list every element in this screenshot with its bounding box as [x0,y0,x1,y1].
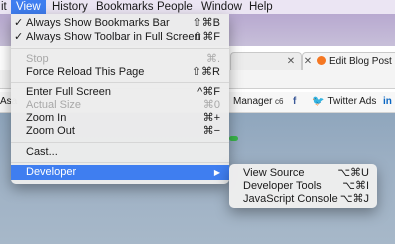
menu-view[interactable]: View [11,0,46,14]
menu-item-always-show-bookmarks-bar[interactable]: ✓ Always Show Bookmarks Bar ⇧⌘B [11,16,229,31]
tab-close-icon[interactable]: ✕ [303,53,313,71]
menu-item-zoom-out[interactable]: Zoom Out ⌘− [11,124,229,139]
menu-window[interactable]: Window [196,0,247,14]
menu-item-cast[interactable]: Cast... [11,145,229,160]
menu-bar: it View History Bookmarks People Window … [0,0,395,14]
menu-separator [11,82,229,83]
menu-item-label: Always Show Bookmarks Bar [26,17,170,29]
browser-tab-edit-blog-post[interactable]: ✕ Edit Blog Post | Ren [302,52,395,71]
menu-item-label: JavaScript Console [243,193,338,205]
developer-submenu: View Source ⌥⌘U Developer Tools ⌥⌘I Java… [229,164,377,208]
bookmark-c6[interactable]: c6 [275,97,283,106]
menu-item-label: Developer Tools [243,180,322,192]
menu-help[interactable]: Help [244,0,278,14]
menu-item-shortcut: ⌥⌘U [337,167,369,179]
status-dot [229,136,238,141]
menu-item-shortcut: ⇧⌘F [193,31,220,43]
menu-separator [11,142,229,143]
menu-edit[interactable]: it [0,0,12,14]
menu-item-always-show-toolbar[interactable]: ✓ Always Show Toolbar in Full Screen ⇧⌘F [11,30,229,45]
submenu-arrow-icon: ▶ [213,168,220,177]
menu-item-developer[interactable]: Developer ▶ [11,165,229,180]
menu-item-label: Force Reload This Page [26,66,145,78]
bookmark-twitter-ads[interactable]: 🐦 Twitter Ads [312,96,376,107]
menu-item-shortcut: ⌥⌘J [339,193,369,205]
menu-item-label: Cast... [26,146,58,158]
menu-item-label: Always Show Toolbar in Full Screen [26,31,201,43]
linkedin-icon[interactable]: in [383,96,392,107]
menu-item-label: Developer [26,166,77,178]
view-menu: ✓ Always Show Bookmarks Bar ⇧⌘B ✓ Always… [11,14,229,184]
menu-history[interactable]: History [47,0,93,14]
menu-item-force-reload[interactable]: Force Reload This Page ⇧⌘R [11,65,229,80]
menu-separator [11,48,229,49]
facebook-icon[interactable]: f [293,96,296,107]
menu-item-label: Zoom Out [26,125,75,137]
menu-separator [11,162,229,163]
menu-item-javascript-console[interactable]: JavaScript Console ⌥⌘J [229,192,377,206]
checkmark-icon: ✓ [14,17,24,29]
tab-close-icon[interactable]: ✕ [286,53,296,71]
menu-bookmarks[interactable]: Bookmarks [91,0,159,14]
twitter-bird-icon: 🐦 [312,96,325,107]
menu-item-developer-tools[interactable]: Developer Tools ⌥⌘I [229,179,377,193]
menu-item-shortcut: ⌥⌘I [342,180,369,192]
hubspot-icon [317,56,326,65]
menu-item-view-source[interactable]: View Source ⌥⌘U [229,166,377,180]
menu-people[interactable]: People [152,0,198,14]
menu-item-shortcut: ⇧⌘R [191,66,220,78]
menu-item-shortcut: ⌘− [202,125,220,137]
bookmark-manager[interactable]: Manager [233,96,272,107]
browser-tab[interactable]: ✕ [230,52,302,71]
menu-item-label: View Source [243,167,305,179]
menu-item-shortcut: ⇧⌘B [192,17,220,29]
checkmark-icon: ✓ [14,31,24,43]
bookmark-label: Twitter Ads [327,96,377,107]
tab-title: Edit Blog Post | Ren [329,56,395,67]
